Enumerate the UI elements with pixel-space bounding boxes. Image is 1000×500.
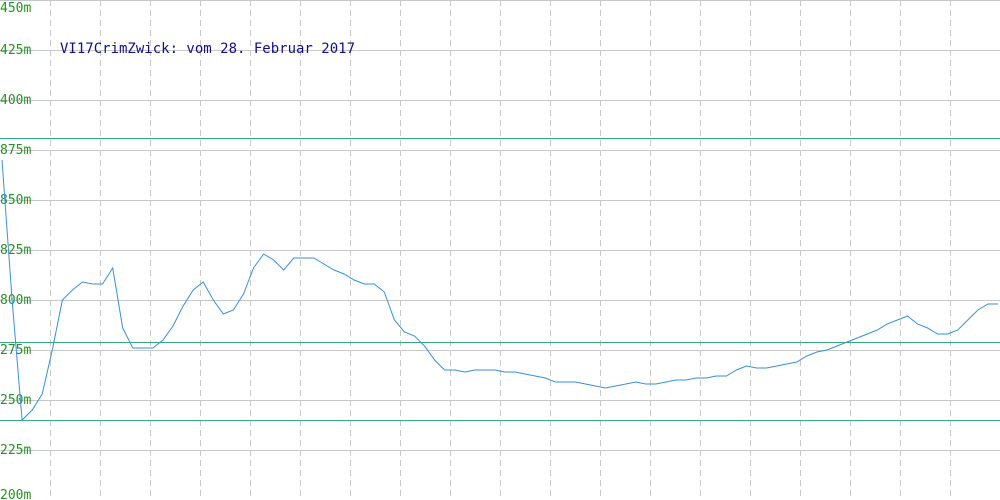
y-tick-label: 425m [0,43,31,58]
elevation-chart-svg: 450m425m400m875m850m825m800m275m250m225m… [0,0,1000,500]
y-tick-label: 875m [0,143,31,158]
y-tick-label: 800m [0,293,31,308]
y-axis-ticks: 450m425m400m875m850m825m800m275m250m225m… [0,1,31,500]
y-tick-label: 825m [0,243,31,258]
chart-title: VI17CrimZwick: vom 28. Februar 2017 [60,41,355,57]
y-tick-label: 250m [0,393,31,408]
y-tick-label: 450m [0,1,31,16]
grid [0,0,1000,500]
elevation-chart: 450m 425m 400m 875m 850m 825m 800m 275m 250m 225m… [0,0,1000,500]
y-tick-label: 225m [0,443,31,458]
y-tick-label: 400m [0,93,31,108]
y-tick-label: 200m [0,488,31,500]
